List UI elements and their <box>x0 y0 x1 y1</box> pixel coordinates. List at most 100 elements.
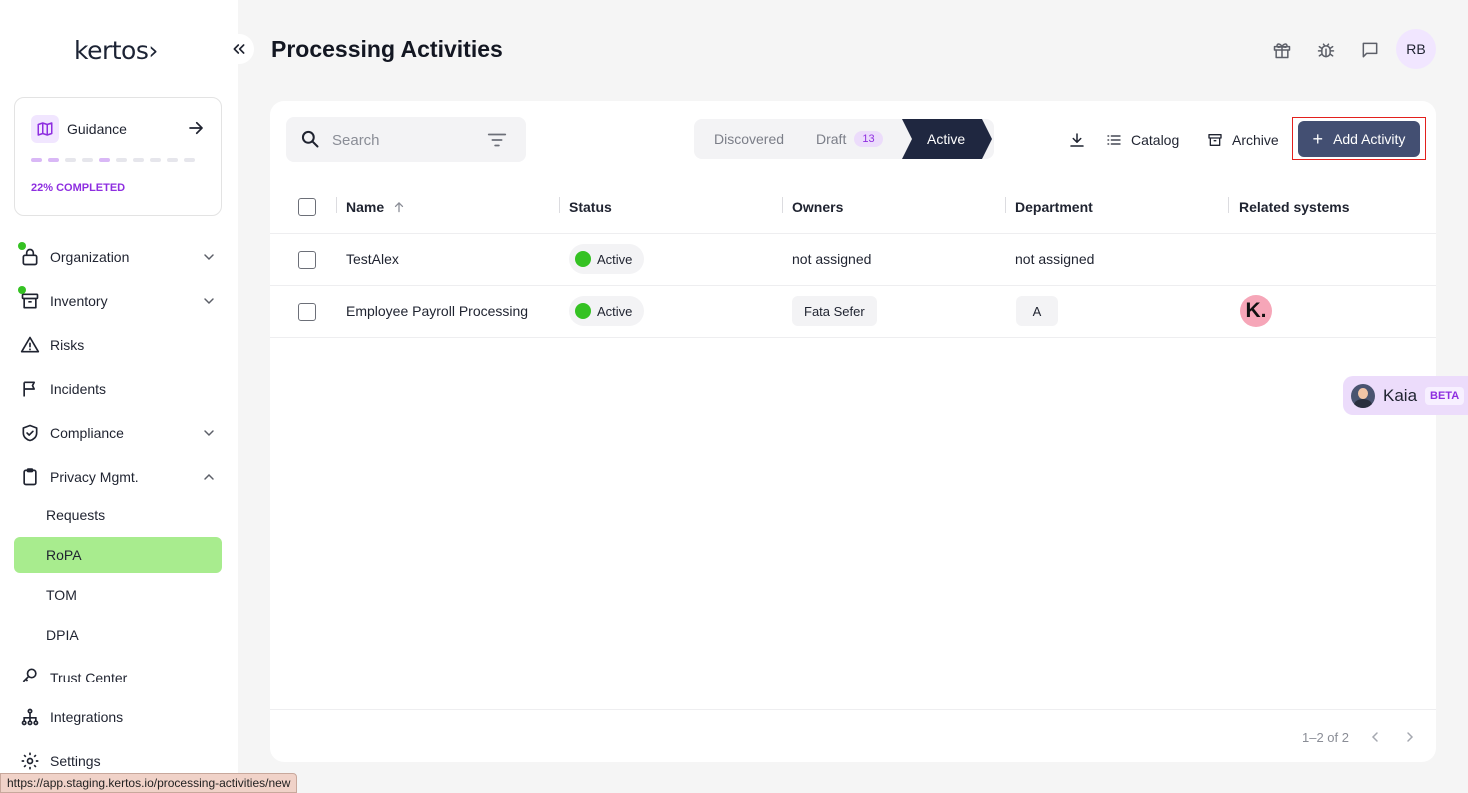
sidebar-subitem-tom[interactable]: TOM <box>14 577 222 613</box>
sidebar-item-label: Trust Center <box>50 670 128 682</box>
sidebar-item-label: Compliance <box>50 425 124 441</box>
column-status[interactable]: Status <box>569 199 612 215</box>
department-chip[interactable]: A <box>1016 296 1058 326</box>
tab-label: Discovered <box>714 131 785 147</box>
notification-dot <box>18 242 26 250</box>
status-badge: Active <box>569 244 645 274</box>
sidebar-item-integrations[interactable]: Integrations <box>20 705 225 729</box>
table-row[interactable]: Employee Payroll Processing Active Fata … <box>270 286 1436 338</box>
pagination-bar: 1–2 of 2 <box>270 709 1436 762</box>
download-button[interactable] <box>1068 129 1095 151</box>
related-system-logo[interactable]: K. <box>1240 295 1272 327</box>
bug-icon[interactable] <box>1314 38 1338 62</box>
sidebar-item-label: Integrations <box>50 709 124 725</box>
collapse-sidebar-button[interactable] <box>224 34 254 64</box>
status-dot <box>575 303 591 319</box>
sidebar-item-settings[interactable]: Settings <box>20 749 225 773</box>
sort-up-icon[interactable] <box>392 200 406 214</box>
sidebar-item-trust-center[interactable]: Trust Center <box>20 666 225 682</box>
row-department: not assigned <box>1015 251 1095 267</box>
chevron-down-icon[interactable] <box>201 249 217 265</box>
table-header: Name Status Owners Department Related sy… <box>270 181 1436 234</box>
draft-count-badge: 13 <box>854 131 883 147</box>
chevron-right-icon <box>1407 732 1414 742</box>
chevron-up-icon[interactable] <box>201 469 217 485</box>
sidebar-item-label: Inventory <box>50 293 108 309</box>
notification-dot <box>18 286 26 294</box>
map-icon <box>31 115 59 143</box>
column-owners[interactable]: Owners <box>792 199 843 215</box>
status-bar-url: https://app.staging.kertos.io/processing… <box>0 773 298 793</box>
prev-page-button[interactable] <box>1364 726 1386 748</box>
gift-icon[interactable] <box>1270 38 1294 62</box>
user-avatar[interactable]: RB <box>1396 29 1436 69</box>
tab-label: Active <box>927 131 966 147</box>
archive-button[interactable]: Archive <box>1207 129 1279 151</box>
sidebar-item-incidents[interactable]: Incidents <box>20 377 225 401</box>
search-box <box>286 117 526 162</box>
search-icon <box>301 130 319 148</box>
catalog-label: Catalog <box>1131 132 1180 148</box>
list-icon <box>1107 135 1121 145</box>
tab-draft[interactable]: Draft 13 <box>816 119 883 159</box>
table-row[interactable]: TestAlex Active not assigned not assigne… <box>270 234 1436 286</box>
sidebar-item-label: Settings <box>50 753 101 769</box>
owner-chip[interactable]: Fata Sefer <box>792 296 877 326</box>
sidebar-subitem-requests[interactable]: Requests <box>14 497 222 533</box>
download-icon <box>1070 133 1084 147</box>
pagination-text: 1–2 of 2 <box>1302 730 1349 745</box>
sidebar-item-label: Incidents <box>50 381 107 397</box>
kaia-name: Kaia <box>1383 385 1418 405</box>
chevron-down-icon[interactable] <box>201 293 217 309</box>
next-page-button[interactable] <box>1399 726 1421 748</box>
archive-box-icon <box>18 286 40 311</box>
chevron-down-icon[interactable] <box>201 425 217 441</box>
arrow-right-icon[interactable] <box>187 119 205 142</box>
search-input[interactable] <box>332 129 472 151</box>
sidebar-item-inventory[interactable]: Inventory <box>18 286 225 313</box>
add-activity-button[interactable]: + Add Activity <box>1298 121 1420 157</box>
plus-icon: + <box>1312 129 1324 149</box>
column-department[interactable]: Department <box>1015 199 1093 215</box>
guidance-label: Guidance <box>67 121 127 137</box>
add-activity-label: Add Activity <box>1333 131 1406 147</box>
select-all-checkbox[interactable] <box>298 198 316 216</box>
sidebar-item-compliance[interactable]: Compliance <box>20 421 225 445</box>
tab-label: Draft <box>816 131 847 147</box>
sidebar-item-label: Privacy Mgmt. <box>50 469 139 485</box>
row-checkbox[interactable] <box>298 251 316 269</box>
sidebar-item-label: Organization <box>50 249 130 265</box>
hierarchy-icon <box>20 707 40 727</box>
shield-check-icon <box>20 423 40 443</box>
beta-badge: BETA <box>1425 386 1465 405</box>
chat-icon[interactable] <box>1358 38 1382 62</box>
gear-icon <box>20 751 40 771</box>
kaia-assistant-button[interactable]: Kaia BETA <box>1343 376 1468 415</box>
sidebar-item-risks[interactable]: Risks <box>20 333 225 357</box>
sidebar-subitem-ropa[interactable]: RoPA <box>14 537 222 573</box>
column-related-systems[interactable]: Related systems <box>1239 199 1350 215</box>
catalog-button[interactable]: Catalog <box>1106 129 1179 151</box>
column-name[interactable]: Name <box>346 199 406 215</box>
sidebar: kertos› Guidance 22% COMPLETED Organizat… <box>0 0 238 793</box>
sidebar-item-label: Risks <box>50 337 85 353</box>
tab-active[interactable]: Active <box>902 119 992 159</box>
archive-icon <box>1208 134 1222 146</box>
chevron-left-icon <box>1371 732 1378 742</box>
sidebar-item-organization[interactable]: Organization <box>18 242 225 269</box>
warning-icon <box>20 335 40 355</box>
archive-label: Archive <box>1232 132 1279 148</box>
flag-icon <box>20 379 40 399</box>
guidance-progress-text: 22% COMPLETED <box>31 182 126 194</box>
filter-icon[interactable] <box>486 129 508 151</box>
sidebar-item-privacy[interactable]: Privacy Mgmt. <box>20 465 225 489</box>
kertos-logo[interactable]: kertos› <box>74 36 158 65</box>
sidebar-subitem-dpia[interactable]: DPIA <box>14 617 222 653</box>
tab-discovered[interactable]: Discovered <box>714 119 784 159</box>
row-checkbox[interactable] <box>298 303 316 321</box>
row-name[interactable]: TestAlex <box>346 251 399 267</box>
row-name[interactable]: Employee Payroll Processing <box>346 303 528 319</box>
key-icon <box>20 666 40 682</box>
lock-icon <box>18 242 40 267</box>
guidance-card[interactable]: Guidance 22% COMPLETED <box>14 97 222 216</box>
